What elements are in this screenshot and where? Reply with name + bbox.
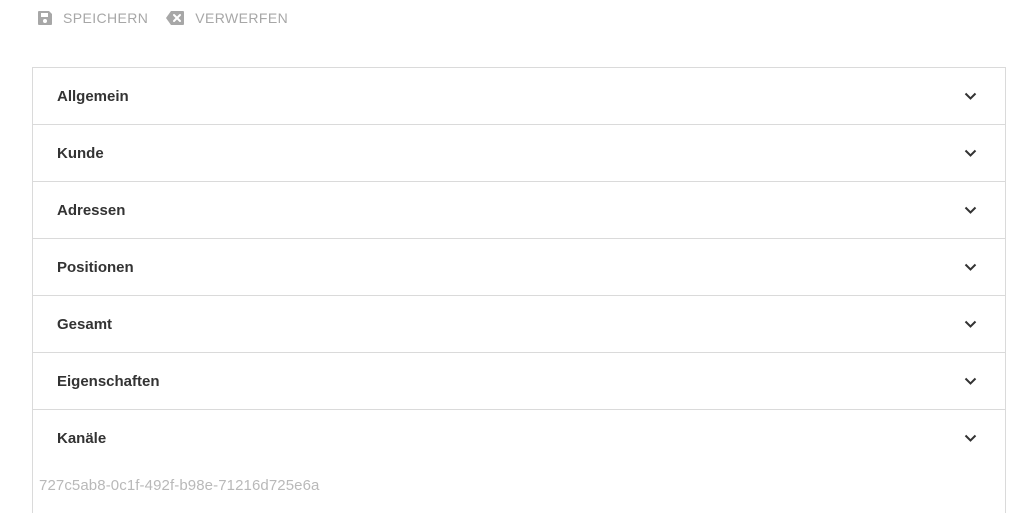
chevron-down-icon <box>963 146 977 160</box>
save-button-label: SPEICHERN <box>63 10 149 26</box>
discard-icon <box>165 10 185 26</box>
section-gesamt[interactable]: Gesamt <box>33 296 1005 353</box>
discard-button-label: VERWERFEN <box>195 10 289 26</box>
record-uuid: 727c5ab8-0c1f-492f-b98e-71216d725e6a <box>39 477 320 494</box>
section-kanaele[interactable]: Kanäle <box>33 410 1005 467</box>
section-adressen[interactable]: Adressen <box>33 182 1005 239</box>
section-label: Positionen <box>57 258 134 276</box>
toolbar: SPEICHERN VERWERFEN <box>37 8 305 28</box>
discard-button[interactable]: VERWERFEN <box>165 8 288 28</box>
section-positionen[interactable]: Positionen <box>33 239 1005 296</box>
order-detail-page: SPEICHERN VERWERFEN Allgemein Kunde Adre… <box>0 0 1030 513</box>
section-eigenschaften[interactable]: Eigenschaften <box>33 353 1005 410</box>
chevron-down-icon <box>963 374 977 388</box>
section-label: Kanäle <box>57 429 107 447</box>
chevron-down-icon <box>963 260 977 274</box>
chevron-down-icon <box>963 317 977 331</box>
save-icon <box>37 10 53 26</box>
section-label: Gesamt <box>57 315 113 333</box>
accordion-panel: Allgemein Kunde Adressen Positionen Gesa… <box>32 67 1006 467</box>
record-id-box: 727c5ab8-0c1f-492f-b98e-71216d725e6a <box>32 466 1006 513</box>
section-label: Adressen <box>57 201 126 219</box>
section-label: Eigenschaften <box>57 372 160 390</box>
chevron-down-icon <box>963 431 977 445</box>
section-label: Kunde <box>57 144 104 162</box>
section-allgemein[interactable]: Allgemein <box>33 68 1005 125</box>
chevron-down-icon <box>963 203 977 217</box>
section-kunde[interactable]: Kunde <box>33 125 1005 182</box>
section-label: Allgemein <box>57 87 129 105</box>
chevron-down-icon <box>963 89 977 103</box>
save-button[interactable]: SPEICHERN <box>37 8 148 28</box>
